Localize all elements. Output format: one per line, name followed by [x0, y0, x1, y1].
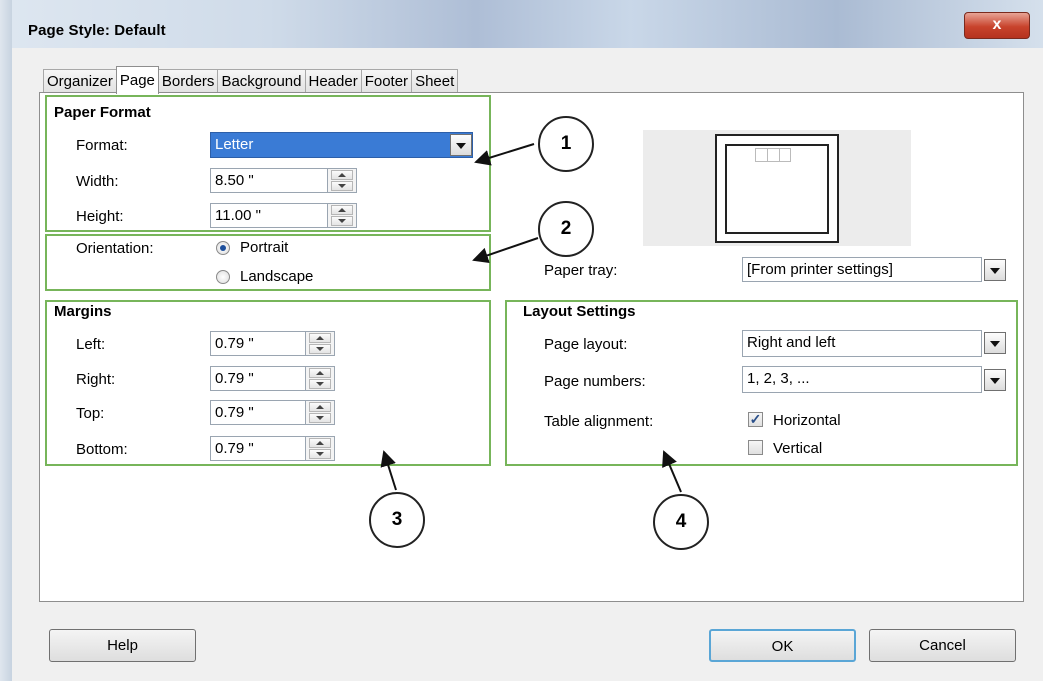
arrow-4	[662, 450, 682, 493]
arrow-2	[472, 237, 539, 264]
arrow-1	[474, 143, 535, 166]
callout-1: 1	[538, 116, 594, 172]
ok-button[interactable]: OK	[709, 629, 856, 662]
arrow-3	[380, 450, 397, 491]
callout-4: 4	[653, 494, 709, 550]
tab-page[interactable]: Page	[115, 66, 159, 94]
dialog-window: Page Style: Default x Organizer Page Bor…	[0, 0, 1043, 681]
annotation-arrows	[380, 143, 682, 493]
cancel-button[interactable]: Cancel	[869, 629, 1016, 662]
callout-2: 2	[538, 201, 594, 257]
callout-3: 3	[369, 492, 425, 548]
help-button[interactable]: Help	[49, 629, 196, 662]
